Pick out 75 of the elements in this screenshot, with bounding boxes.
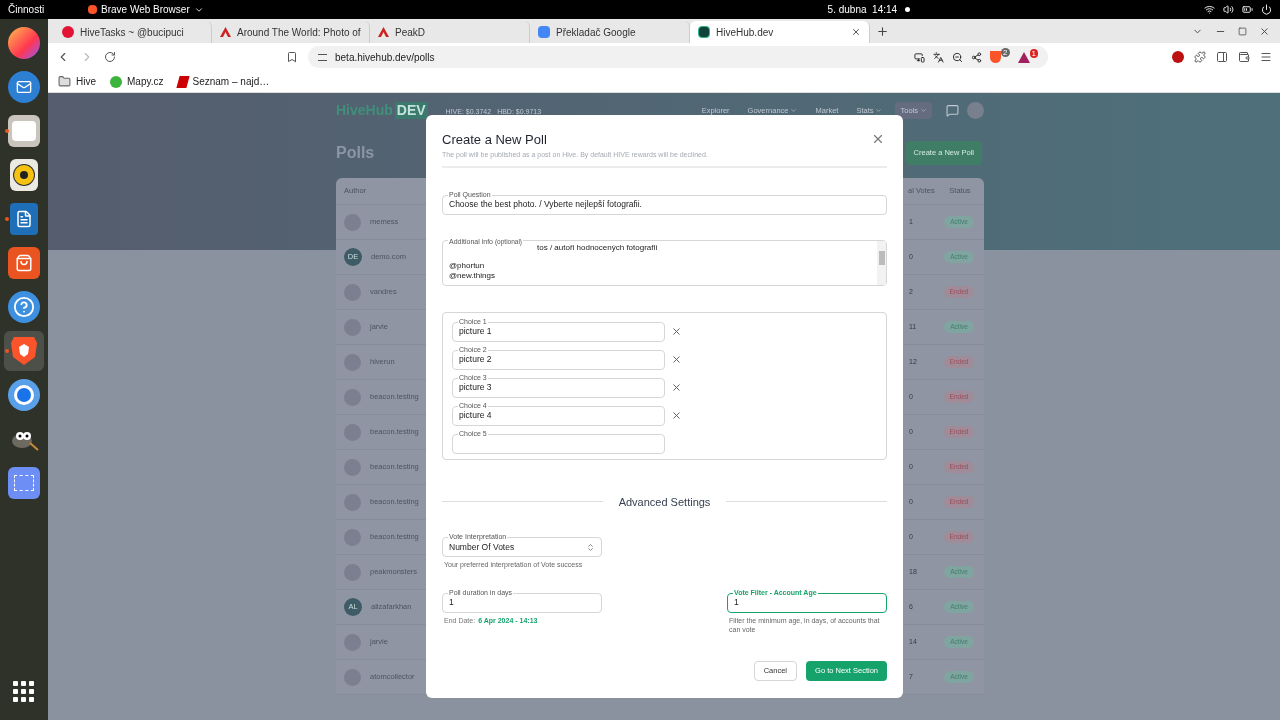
field-value: 1 — [734, 596, 739, 609]
reload-icon[interactable] — [104, 51, 116, 63]
field-value: picture 3 — [459, 381, 492, 394]
speaker-icon — [10, 159, 38, 191]
info-line: @phortun — [449, 261, 485, 271]
menu-icon[interactable] — [1260, 51, 1272, 63]
chat-icon[interactable] — [946, 104, 959, 117]
count-badge: 1 — [1029, 48, 1038, 58]
updown-icon — [586, 542, 595, 552]
section-heading: Advanced Settings — [617, 494, 712, 510]
shopping-bag-icon — [8, 247, 40, 279]
selection-icon — [8, 467, 40, 499]
remove-icon[interactable] — [671, 382, 682, 393]
clock[interactable]: 5. dubna 14:14 — [827, 2, 898, 17]
remove-icon[interactable] — [671, 354, 682, 365]
field-value: Number Of Votes — [449, 541, 515, 554]
caret-icon — [920, 107, 927, 114]
chromium-icon — [8, 379, 40, 411]
translate-icon — [538, 26, 550, 38]
bookmark-icon[interactable] — [286, 51, 298, 63]
maximize-icon[interactable] — [1238, 27, 1247, 36]
profile-icon[interactable] — [1172, 51, 1184, 63]
peak-icon — [378, 27, 389, 37]
info-line: @new.things — [449, 270, 495, 280]
field-value: picture 1 — [459, 325, 492, 338]
dock-item[interactable] — [4, 331, 44, 371]
cast-icon[interactable] — [914, 51, 926, 63]
caret-icon — [790, 107, 798, 114]
page-title: Polls — [336, 143, 375, 163]
share-icon[interactable] — [971, 51, 983, 63]
address-bar[interactable]: beta.hivehub.dev/polls 2 1 — [308, 46, 1048, 68]
wifi-icon[interactable] — [1204, 4, 1215, 15]
scrollbar[interactable] — [877, 240, 886, 285]
count-badge: 2 — [1001, 48, 1010, 57]
close-icon[interactable] — [1259, 26, 1270, 37]
remove-icon[interactable] — [671, 326, 682, 337]
dialog-title: Create a New Poll — [442, 132, 548, 148]
caret-icon — [875, 107, 883, 114]
field-value: picture 2 — [459, 353, 492, 366]
dev-badge: DEV — [394, 102, 428, 119]
info-line: tos / autoři hodnocených fotografií — [537, 242, 658, 252]
browser-tab[interactable]: HiveHub.dev — [690, 21, 870, 43]
zoom-icon[interactable] — [952, 51, 964, 63]
hivehub-icon — [698, 26, 710, 38]
remove-icon[interactable] — [671, 410, 682, 421]
battery-icon[interactable] — [1242, 4, 1253, 15]
mail-icon — [8, 71, 40, 103]
peak-icon — [220, 27, 231, 37]
field-value: Choose the best photo. / Vyberte nejlepší fotografii. — [449, 199, 642, 211]
bookmark-item[interactable]: Seznam – najd… — [177, 74, 270, 89]
app-menu[interactable]: Brave Web Browser — [88, 2, 204, 17]
field-value: picture 4 — [459, 409, 492, 422]
translate-icon[interactable] — [933, 51, 945, 63]
power-icon[interactable] — [1261, 4, 1272, 15]
extensions-icon[interactable] — [1194, 51, 1206, 63]
app-grid-icon — [13, 681, 35, 703]
activities-button[interactable]: Činnosti — [8, 2, 78, 17]
sidebar-icon[interactable] — [1216, 51, 1228, 63]
wallet-icon[interactable] — [1238, 51, 1250, 63]
bookmark-item[interactable]: Mapy.cz — [110, 74, 164, 89]
close-icon[interactable] — [851, 27, 861, 37]
site-info-icon — [318, 53, 327, 61]
help-icon — [8, 291, 40, 323]
hive-icon — [62, 26, 74, 38]
volume-icon[interactable] — [1223, 4, 1234, 15]
document-icon — [10, 203, 38, 235]
bookmark-item[interactable]: Hive — [58, 74, 96, 89]
map-pin-icon — [110, 75, 122, 88]
close-icon[interactable] — [871, 132, 885, 146]
field-value: 1 — [449, 596, 454, 609]
triangle-icon[interactable] — [1017, 51, 1030, 63]
new-tab-icon[interactable] — [876, 25, 889, 38]
folder-icon — [8, 115, 40, 147]
seznam-icon — [175, 75, 190, 88]
folder-icon — [58, 75, 71, 88]
